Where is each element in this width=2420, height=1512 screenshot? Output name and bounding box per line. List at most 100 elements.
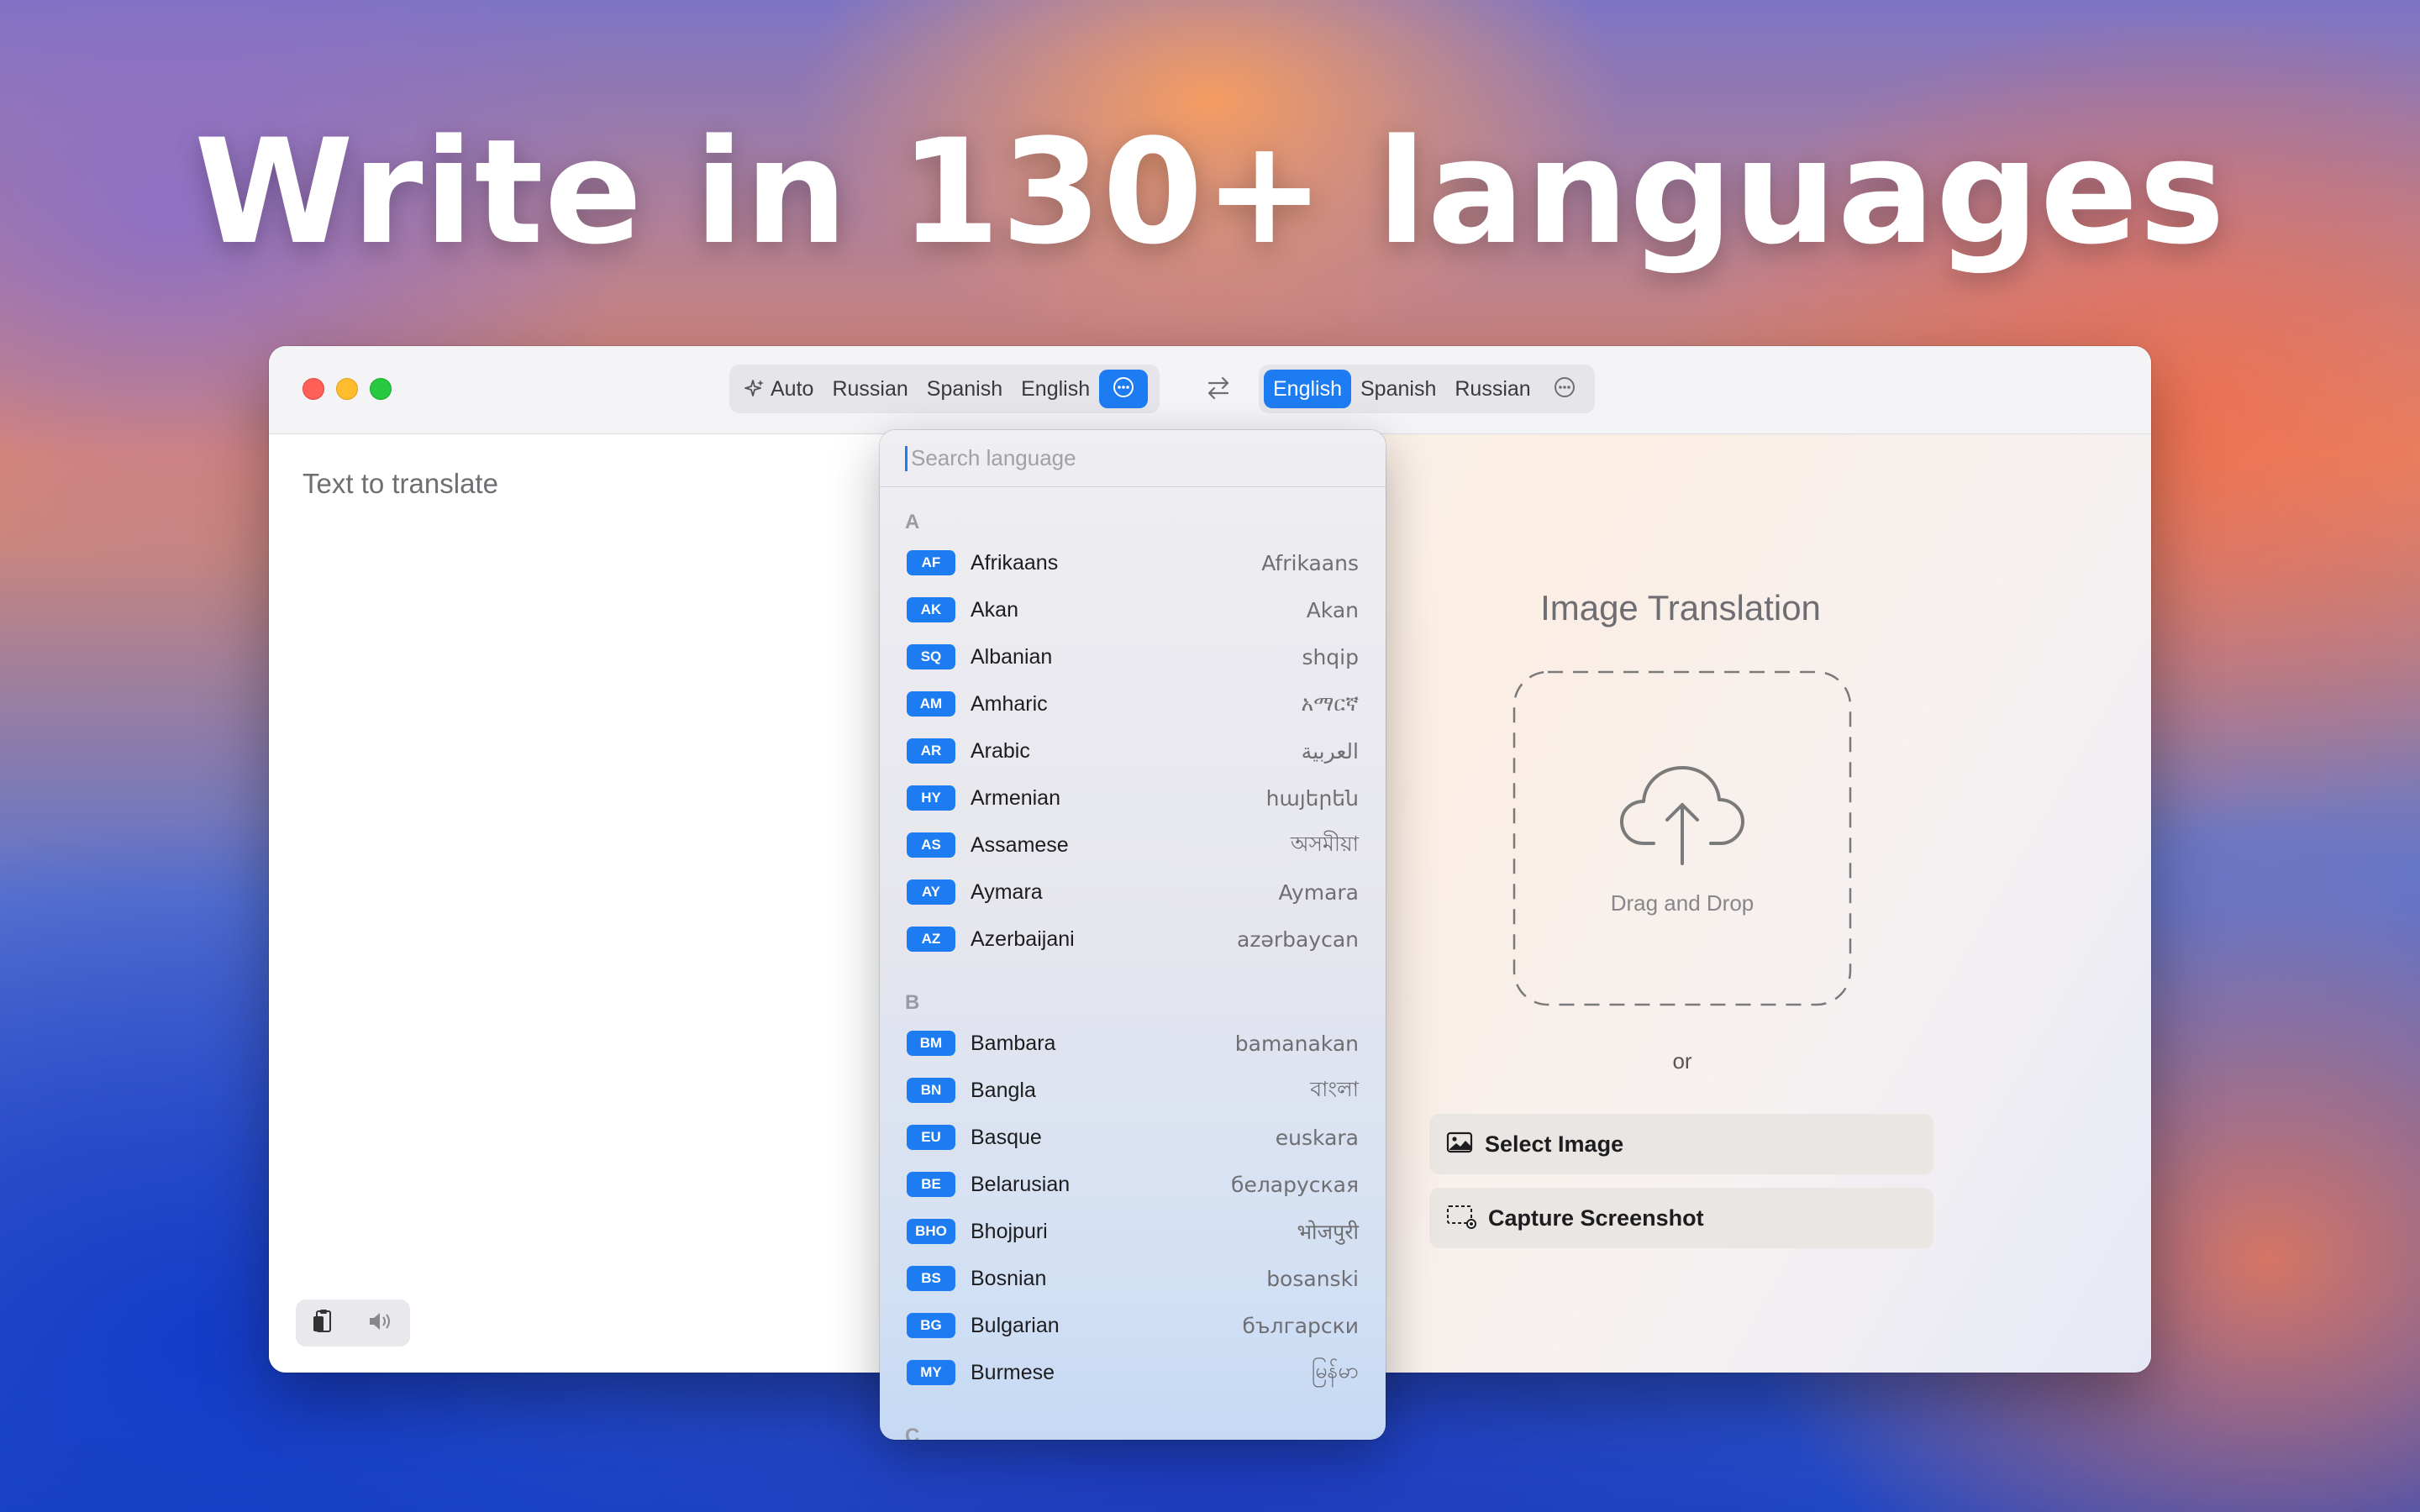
language-code-badge: MY xyxy=(907,1360,955,1385)
language-code-badge: AF xyxy=(907,550,955,575)
language-item-assamese[interactable]: AS Assamese অসমীয়া xyxy=(880,822,1386,869)
language-item-burmese[interactable]: MY Burmese မြန်မာ xyxy=(880,1349,1386,1396)
swap-languages-button[interactable] xyxy=(1193,371,1244,408)
drag-and-drop-label: Drag and Drop xyxy=(1610,890,1754,916)
language-name: Burmese xyxy=(971,1360,1055,1384)
language-native-name: euskara xyxy=(1275,1125,1359,1150)
source-english[interactable]: English xyxy=(1012,370,1099,408)
language-native-name: አማርኛ xyxy=(1301,691,1359,716)
language-item-bangla[interactable]: BN Bangla বাংলা xyxy=(880,1067,1386,1114)
language-search-input[interactable] xyxy=(909,444,1349,472)
language-native-name: Afrikaans xyxy=(1261,550,1359,575)
source-text-pane[interactable]: Text to translate xyxy=(269,434,891,1373)
language-native-name: shqip xyxy=(1302,644,1359,669)
language-native-name: العربية xyxy=(1301,738,1359,764)
language-name: Afrikaans xyxy=(971,550,1059,575)
source-more-button[interactable] xyxy=(1099,370,1149,408)
target-russian[interactable]: Russian xyxy=(1445,370,1539,408)
language-item-basque[interactable]: EU Basque euskara xyxy=(880,1114,1386,1161)
more-icon xyxy=(1112,375,1135,403)
language-native-name: မြန်မာ xyxy=(1312,1357,1359,1383)
language-native-name: հայերեն xyxy=(1265,785,1359,811)
language-code-badge: BS xyxy=(907,1266,955,1291)
language-item-aymara[interactable]: AY Aymara Aymara xyxy=(880,869,1386,916)
cloud-upload-icon xyxy=(1615,763,1749,873)
language-code-badge: AM xyxy=(907,691,955,717)
language-item-bosnian[interactable]: BS Bosnian bosanski xyxy=(880,1255,1386,1302)
language-name: Arabic xyxy=(971,738,1030,763)
titlebar: Auto Russian Spanish English English Spa… xyxy=(269,346,2151,434)
language-item-afrikaans[interactable]: AF Afrikaans Afrikaans xyxy=(880,539,1386,586)
source-russian[interactable]: Russian xyxy=(823,370,917,408)
select-image-button[interactable]: Select Image xyxy=(1429,1114,1933,1174)
language-item-akan[interactable]: AK Akan Akan xyxy=(880,586,1386,633)
language-native-name: বাংলা xyxy=(1310,1076,1359,1101)
image-icon xyxy=(1446,1131,1473,1158)
language-item-bambara[interactable]: BM Bambara bamanakan xyxy=(880,1020,1386,1067)
language-item-belarusian[interactable]: BE Belarusian беларуская xyxy=(880,1161,1386,1208)
capture-screenshot-label: Capture Screenshot xyxy=(1488,1205,1704,1231)
zoom-window-button[interactable] xyxy=(370,378,392,400)
language-code-badge: BE xyxy=(907,1172,955,1197)
language-item-armenian[interactable]: HY Armenian հայերեն xyxy=(880,774,1386,822)
capture-screenshot-button[interactable]: Capture Screenshot xyxy=(1429,1188,1933,1248)
source-auto-label: Auto xyxy=(771,377,814,401)
language-name: Bangla xyxy=(971,1078,1036,1102)
language-code-badge: BN xyxy=(907,1078,955,1103)
language-name: Bambara xyxy=(971,1031,1056,1055)
source-language-bar: Auto Russian Spanish English xyxy=(729,365,1160,413)
target-spanish[interactable]: Spanish xyxy=(1351,370,1445,408)
language-name: Belarusian xyxy=(971,1172,1071,1196)
select-image-label: Select Image xyxy=(1485,1131,1624,1157)
language-code-badge: BHO xyxy=(907,1219,955,1244)
language-name: Assamese xyxy=(971,832,1069,857)
language-name: Amharic xyxy=(971,691,1048,716)
minimize-window-button[interactable] xyxy=(336,378,358,400)
language-item-bulgarian[interactable]: BG Bulgarian български xyxy=(880,1302,1386,1349)
or-label: or xyxy=(1672,1048,1692,1074)
drop-zone[interactable]: Drag and Drop xyxy=(1512,670,1852,1006)
language-code-badge: AK xyxy=(907,597,955,622)
language-native-name: অসমীয়া xyxy=(1290,831,1359,856)
language-code-badge: AS xyxy=(907,832,955,858)
language-item-azerbaijani[interactable]: AZ Azerbaijani azərbaycan xyxy=(880,916,1386,963)
language-name: Bhojpuri xyxy=(971,1219,1048,1243)
language-native-name: Akan xyxy=(1306,597,1359,622)
speaker-icon[interactable] xyxy=(366,1309,395,1338)
language-item-bhojpuri[interactable]: BHO Bhojpuri भोजपुरी xyxy=(880,1208,1386,1255)
source-spanish[interactable]: Spanish xyxy=(918,370,1012,408)
paste-icon[interactable] xyxy=(311,1308,336,1339)
language-name: Albanian xyxy=(971,644,1053,669)
source-text-placeholder[interactable]: Text to translate xyxy=(302,468,498,500)
language-name: Bosnian xyxy=(971,1266,1047,1290)
section-header-a: A xyxy=(905,511,920,533)
headline: Write in 130+ languages xyxy=(194,108,2226,276)
language-item-albanian[interactable]: SQ Albanian shqip xyxy=(880,633,1386,680)
language-native-name: azərbaycan xyxy=(1237,927,1359,952)
section-header-c: C xyxy=(905,1425,920,1440)
screenshot-icon xyxy=(1446,1204,1476,1233)
language-code-badge: AR xyxy=(907,738,955,764)
language-name: Bulgarian xyxy=(971,1313,1060,1337)
target-more-button[interactable] xyxy=(1540,370,1589,408)
language-code-badge: AZ xyxy=(907,927,955,952)
language-item-amharic[interactable]: AM Amharic አማርኛ xyxy=(880,680,1386,727)
close-window-button[interactable] xyxy=(302,378,324,400)
source-auto[interactable]: Auto xyxy=(734,370,823,408)
section-header-b: B xyxy=(905,991,920,1014)
language-item-arabic[interactable]: AR Arabic العربية xyxy=(880,727,1386,774)
sparkle-icon xyxy=(744,378,765,400)
more-icon xyxy=(1553,375,1576,403)
language-native-name: български xyxy=(1242,1313,1359,1338)
language-native-name: bosanski xyxy=(1266,1266,1359,1291)
language-native-name: bamanakan xyxy=(1234,1031,1359,1056)
language-name: Armenian xyxy=(971,785,1060,810)
language-dropdown: A AF Afrikaans Afrikaans AK Akan Akan SQ Alba… xyxy=(880,430,1386,1440)
target-english[interactable]: English xyxy=(1264,370,1351,408)
language-name: Aymara xyxy=(971,879,1043,904)
language-code-badge: EU xyxy=(907,1125,955,1150)
language-code-badge: HY xyxy=(907,785,955,811)
image-translation-title: Image Translation xyxy=(1540,588,1821,627)
target-language-bar: English Spanish Russian xyxy=(1259,365,1595,413)
language-native-name: भोजपुरी xyxy=(1297,1220,1359,1244)
